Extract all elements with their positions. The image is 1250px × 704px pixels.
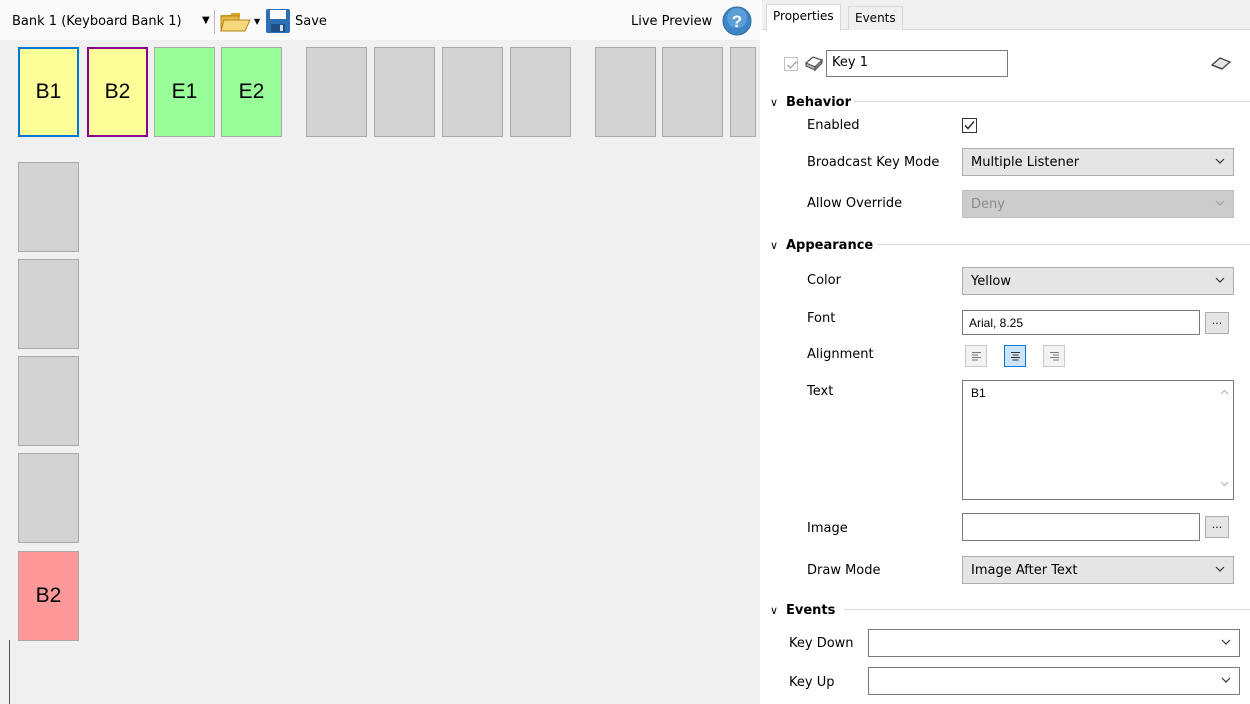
key-label: B1 (35, 80, 62, 103)
group-divider (844, 609, 1250, 610)
bank-selector[interactable]: Bank 1 (Keyboard Bank 1) (12, 14, 182, 29)
folder-open-icon[interactable] (220, 11, 252, 33)
draw-mode-select[interactable]: Image After Text (962, 556, 1234, 584)
text-label: Text (807, 384, 834, 399)
key-empty[interactable] (442, 47, 503, 137)
key-empty[interactable] (510, 47, 571, 137)
draw-mode-value: Image After Text (971, 563, 1078, 578)
caret-down-icon[interactable]: ▼ (202, 15, 210, 26)
key-down-label: Key Down (789, 636, 854, 651)
toolbar-separator (214, 10, 215, 34)
font-label: Font (807, 311, 836, 326)
group-divider (877, 244, 1250, 245)
key-empty[interactable] (18, 453, 79, 543)
key-name-input[interactable]: Key 1 (826, 50, 1008, 77)
key-b2[interactable]: B2 (87, 47, 148, 137)
key-e1[interactable]: E1 (154, 47, 215, 137)
key-empty[interactable] (18, 259, 79, 349)
keyboard-designer: Bank 1 (Keyboard Bank 1) ▼ ▼ Save Live P… (0, 0, 760, 704)
appearance-group-header[interactable]: ∨ Appearance (770, 235, 873, 255)
chevron-down-icon (1215, 158, 1225, 164)
tab-strip: Properties Events (762, 0, 1250, 31)
align-left-icon (972, 352, 981, 361)
enabled-checkbox[interactable] (962, 118, 977, 133)
key-empty[interactable] (374, 47, 435, 137)
key-empty[interactable] (595, 47, 656, 137)
events-header-label: Events (786, 602, 836, 618)
color-select[interactable]: Yellow (962, 267, 1234, 295)
tab-properties[interactable]: Properties (766, 4, 841, 31)
chevron-up-icon[interactable] (1220, 389, 1229, 395)
broadcast-mode-select[interactable]: Multiple Listener (962, 148, 1234, 176)
color-value: Yellow (971, 274, 1012, 289)
broadcast-mode-value: Multiple Listener (971, 155, 1080, 170)
events-group-header[interactable]: ∨ Events (770, 600, 835, 620)
check-icon (964, 121, 975, 130)
key-up-label: Key Up (789, 675, 835, 690)
property-panel: Properties Events Key 1 ∨ Behavior Enabl… (762, 0, 1250, 704)
color-label: Color (807, 273, 841, 288)
chevron-down-icon (1221, 677, 1231, 683)
chevron-down-icon: ∨ (770, 238, 779, 252)
key-text-value: B1 (971, 386, 986, 400)
chevron-down-icon[interactable] (1220, 481, 1229, 487)
allow-override-label: Allow Override (807, 196, 903, 211)
key-icon (804, 56, 824, 72)
allow-override-value: Deny (971, 197, 1005, 212)
open-dropdown-icon[interactable]: ▼ (254, 17, 260, 26)
key-empty[interactable] (662, 47, 723, 137)
floppy-disk-icon[interactable] (265, 8, 291, 34)
toolbar: Bank 1 (Keyboard Bank 1) ▼ ▼ Save Live P… (0, 0, 760, 40)
chevron-down-icon (1221, 639, 1231, 645)
chevron-down-icon: ∨ (770, 95, 779, 109)
key-b1[interactable]: B1 (18, 47, 79, 137)
chevron-down-icon (1215, 566, 1225, 572)
chevron-down-icon (1215, 200, 1225, 206)
check-icon (787, 61, 798, 70)
font-browse-button[interactable]: ... (1205, 312, 1229, 334)
help-question-icon[interactable]: ? (722, 6, 752, 36)
behavior-header-label: Behavior (786, 94, 852, 110)
save-button[interactable]: Save (295, 14, 327, 29)
align-right-icon (1050, 352, 1059, 361)
allow-override-select[interactable]: Deny (962, 190, 1234, 218)
key-empty[interactable] (18, 356, 79, 446)
pane-edge (9, 640, 10, 704)
key-label: E1 (171, 80, 198, 103)
align-left-button[interactable] (965, 345, 987, 367)
key-down-select[interactable] (868, 629, 1240, 657)
eraser-icon[interactable] (1210, 56, 1232, 72)
key-empty[interactable] (730, 47, 756, 137)
tab-events[interactable]: Events (848, 6, 903, 30)
image-label: Image (807, 521, 848, 536)
text-scrollbar[interactable] (1216, 381, 1233, 499)
live-preview-label: Live Preview (631, 14, 713, 29)
key-empty[interactable] (306, 47, 367, 137)
group-divider (854, 101, 1250, 102)
align-center-button[interactable] (1004, 345, 1026, 367)
svg-text:?: ? (732, 12, 742, 31)
appearance-header-label: Appearance (786, 237, 874, 253)
broadcast-mode-label: Broadcast Key Mode (807, 155, 940, 170)
key-empty[interactable] (18, 162, 79, 252)
behavior-group-header[interactable]: ∨ Behavior (770, 92, 851, 112)
align-center-icon (1011, 352, 1020, 361)
draw-mode-label: Draw Mode (807, 563, 881, 578)
image-browse-button[interactable]: ... (1205, 516, 1229, 538)
alignment-label: Alignment (807, 347, 874, 362)
key-e2[interactable]: E2 (221, 47, 282, 137)
key-label: B2 (35, 584, 62, 607)
chevron-down-icon (1215, 277, 1225, 283)
font-input[interactable]: Arial, 8.25 (962, 310, 1200, 335)
key-label: E2 (238, 80, 265, 103)
key-label: B2 (104, 80, 131, 103)
key-b2-red[interactable]: B2 (18, 551, 79, 641)
key-enabled-checkbox[interactable] (784, 57, 798, 71)
image-input[interactable] (962, 513, 1200, 541)
enabled-label: Enabled (807, 118, 860, 133)
key-text-area[interactable]: B1 (962, 380, 1234, 500)
key-up-select[interactable] (868, 667, 1240, 695)
align-right-button[interactable] (1043, 345, 1065, 367)
chevron-down-icon: ∨ (770, 603, 779, 617)
